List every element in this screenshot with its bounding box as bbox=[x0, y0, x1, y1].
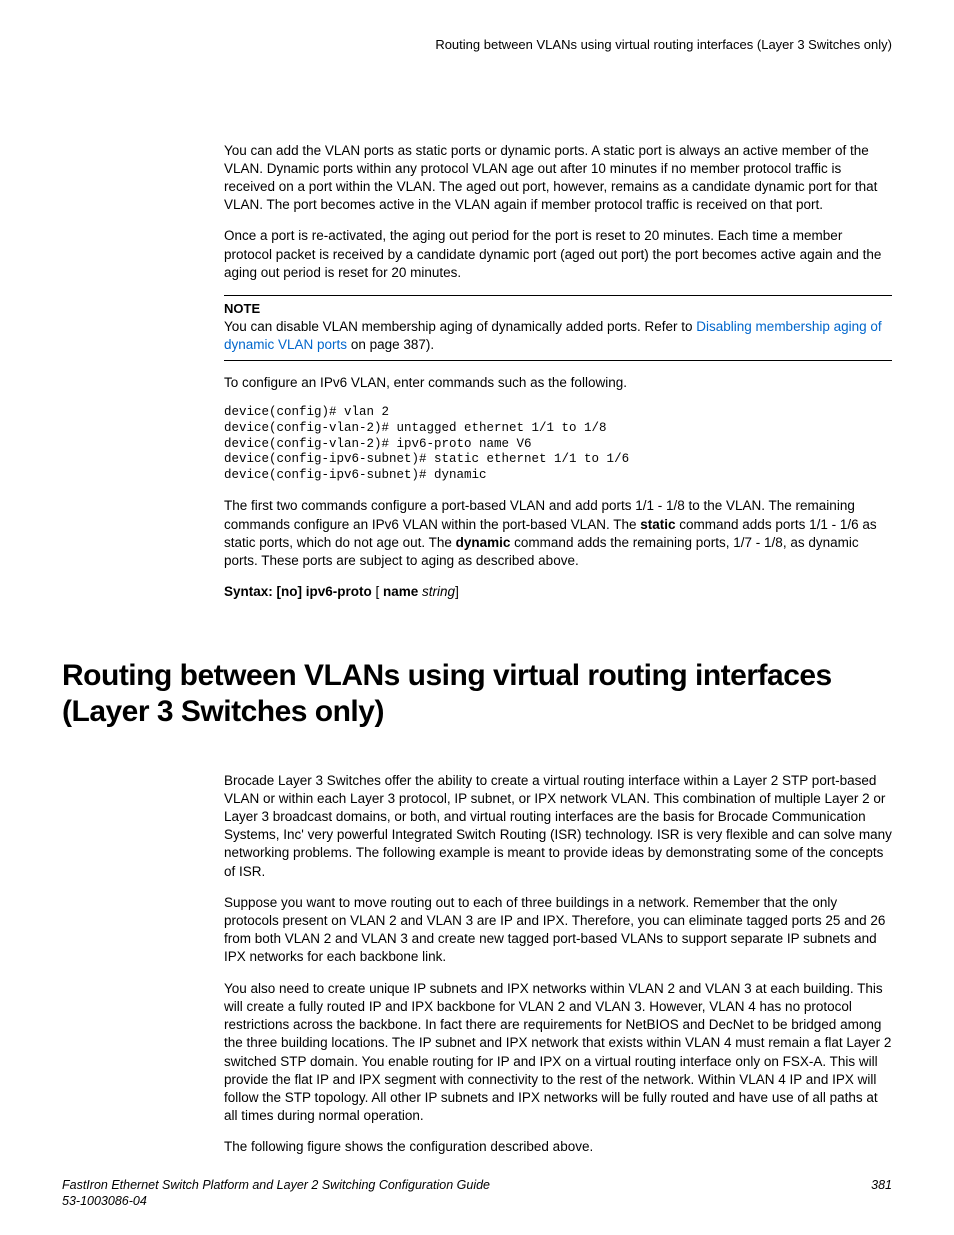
syntax-keyword: name bbox=[383, 584, 422, 599]
note-label: NOTE bbox=[224, 300, 892, 318]
footer-doc-number: 53-1003086-04 bbox=[62, 1193, 490, 1209]
bold-text: static bbox=[640, 517, 675, 532]
note-text: You can disable VLAN membership aging of… bbox=[224, 318, 892, 354]
section-heading: Routing between VLANs using virtual rout… bbox=[62, 658, 892, 730]
paragraph: The first two commands configure a port-… bbox=[224, 497, 892, 570]
syntax-prefix: Syntax: [no] ipv6-proto bbox=[224, 584, 376, 599]
syntax-bracket: ] bbox=[455, 584, 459, 599]
paragraph: Suppose you want to move routing out to … bbox=[224, 894, 892, 967]
paragraph: Brocade Layer 3 Switches offer the abili… bbox=[224, 772, 892, 881]
paragraph: To configure an IPv6 VLAN, enter command… bbox=[224, 374, 892, 392]
paragraph: You can add the VLAN ports as static por… bbox=[224, 142, 892, 215]
note-text-part: You can disable VLAN membership aging of… bbox=[224, 319, 696, 334]
page-header-title: Routing between VLANs using virtual rout… bbox=[62, 36, 892, 54]
syntax-param: string bbox=[422, 584, 455, 599]
syntax-bracket: [ bbox=[376, 584, 384, 599]
code-block: device(config)# vlan 2 device(config-vla… bbox=[224, 405, 892, 483]
paragraph: Once a port is re-activated, the aging o… bbox=[224, 227, 892, 282]
note-block: NOTE You can disable VLAN membership agi… bbox=[224, 295, 892, 361]
page-footer: FastIron Ethernet Switch Platform and La… bbox=[62, 1177, 892, 1210]
note-text-part: on page 387). bbox=[347, 337, 434, 352]
paragraph: The following figure shows the configura… bbox=[224, 1138, 892, 1156]
syntax-line: Syntax: [no] ipv6-proto [ name string] bbox=[224, 583, 892, 601]
footer-page-number: 381 bbox=[871, 1177, 892, 1210]
bold-text: dynamic bbox=[456, 535, 511, 550]
paragraph: You also need to create unique IP subnet… bbox=[224, 980, 892, 1126]
footer-guide-title: FastIron Ethernet Switch Platform and La… bbox=[62, 1177, 490, 1193]
